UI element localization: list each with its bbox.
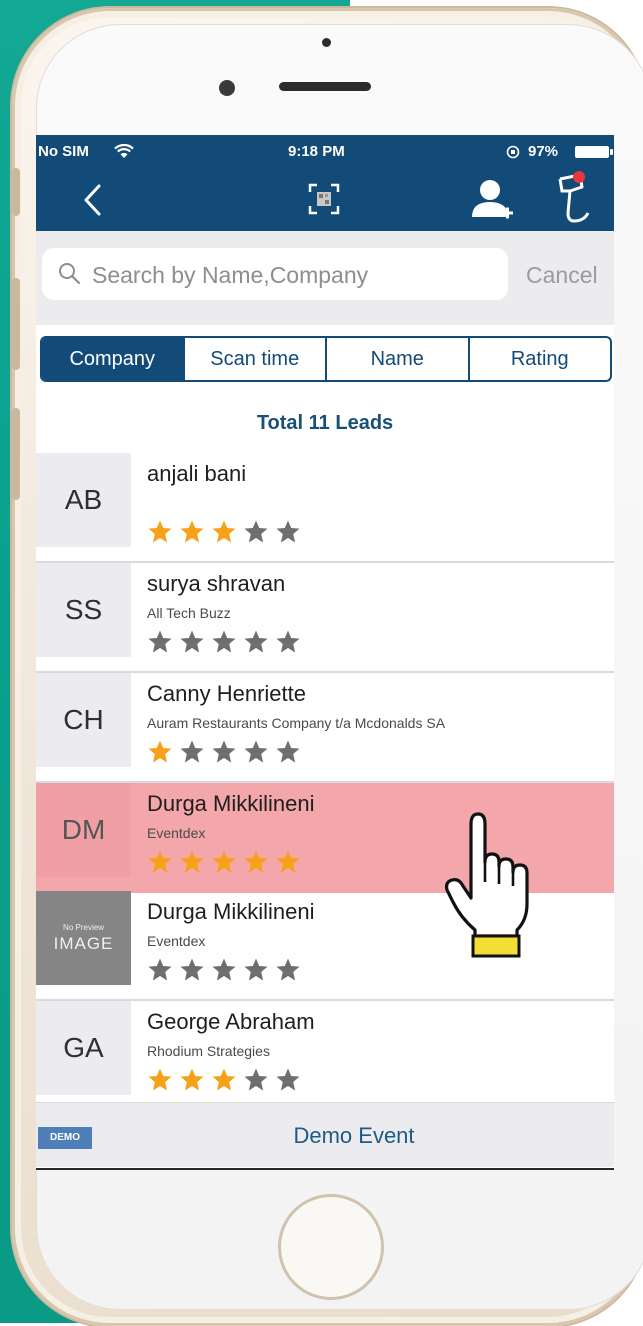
lead-row[interactable]: GA George Abraham Rhodium Strategies [36, 1001, 614, 1111]
star-empty-icon[interactable] [211, 739, 237, 765]
sort-segmented-control: Company Scan time Name Rating [40, 336, 612, 382]
star-filled-icon[interactable] [147, 1067, 173, 1093]
rating-stars[interactable] [147, 849, 301, 875]
footer-bar: DEMO Demo Event [36, 1102, 614, 1167]
image-placeholder-label: IMAGE [53, 933, 114, 953]
cancel-button[interactable]: Cancel [526, 262, 598, 289]
back-chevron-icon[interactable] [78, 183, 108, 217]
rating-stars[interactable] [147, 957, 301, 983]
star-empty-icon[interactable] [275, 629, 301, 655]
lead-name: George Abraham [147, 1009, 315, 1034]
star-filled-icon[interactable] [179, 849, 205, 875]
lead-row[interactable]: AB anjali bani [36, 453, 614, 563]
rating-stars[interactable] [147, 519, 301, 545]
star-empty-icon[interactable] [147, 957, 173, 983]
star-empty-icon[interactable] [275, 739, 301, 765]
star-filled-icon[interactable] [211, 519, 237, 545]
tab-rating[interactable]: Rating [470, 338, 611, 380]
star-empty-icon[interactable] [211, 629, 237, 655]
front-camera [219, 80, 235, 96]
star-empty-icon[interactable] [211, 957, 237, 983]
star-filled-icon[interactable] [147, 519, 173, 545]
lead-company: Auram Restaurants Company t/a Mcdonalds … [147, 715, 446, 731]
lead-name: Canny Henriette [147, 681, 306, 706]
star-filled-icon[interactable] [179, 1067, 205, 1093]
tab-name[interactable]: Name [327, 338, 470, 380]
avatar: GA [36, 1001, 131, 1095]
app-screen: No SIM 9:18 PM 97% Search by Name,Compan… [36, 135, 614, 1170]
lead-row[interactable]: No Preview IMAGE Durga Mikkilineni Eventdex [36, 891, 614, 1001]
no-preview-label: No Preview [63, 922, 104, 932]
rating-stars[interactable] [147, 1067, 301, 1093]
star-empty-icon[interactable] [147, 629, 173, 655]
battery-icon [575, 146, 613, 158]
add-user-icon[interactable] [470, 177, 514, 223]
home-button[interactable] [278, 1194, 384, 1300]
event-name[interactable]: Demo Event [36, 1123, 614, 1149]
star-empty-icon[interactable] [243, 1067, 269, 1093]
nav-bar [36, 169, 614, 231]
status-bar: No SIM 9:18 PM 97% [36, 135, 614, 169]
star-filled-icon[interactable] [147, 739, 173, 765]
lead-company: All Tech Buzz [147, 605, 231, 621]
avatar: DM [36, 783, 131, 877]
total-leads-label: Total 11 Leads [256, 412, 394, 434]
lead-name: Durga Mikkilineni [147, 791, 315, 816]
clock: 9:18 PM [288, 143, 345, 160]
lead-company: Eventdex [147, 933, 206, 949]
star-filled-icon[interactable] [211, 849, 237, 875]
avatar: SS [36, 563, 131, 657]
wifi-icon [114, 144, 134, 158]
lead-company: Rhodium Strategies [147, 1043, 270, 1059]
avatar: AB [36, 453, 131, 547]
barcode-scanner-icon[interactable] [546, 169, 596, 229]
lead-name: anjali bani [147, 461, 247, 486]
star-empty-icon[interactable] [243, 739, 269, 765]
volume-up-button [12, 278, 20, 370]
star-empty-icon[interactable] [179, 957, 205, 983]
search-bar: Search by Name,Company Cancel [36, 231, 614, 325]
lead-row[interactable]: SS surya shravan All Tech Buzz [36, 563, 614, 673]
tab-scan-time[interactable]: Scan time [185, 338, 327, 380]
orientation-lock-icon [506, 145, 520, 159]
proximity-sensor [322, 38, 331, 47]
carrier-label: No SIM [38, 143, 89, 160]
lead-name: surya shravan [147, 571, 286, 596]
tab-company[interactable]: Company [42, 338, 185, 380]
star-empty-icon[interactable] [243, 519, 269, 545]
avatar: CH [36, 673, 131, 767]
lead-row[interactable]: DM Durga Mikkilineni Eventdex [36, 783, 614, 893]
star-empty-icon[interactable] [275, 1067, 301, 1093]
star-filled-icon[interactable] [179, 519, 205, 545]
rating-stars[interactable] [147, 629, 301, 655]
volume-down-button [12, 408, 20, 500]
lead-name: Durga Mikkilineni [147, 899, 315, 924]
lead-row[interactable]: CH Canny Henriette Auram Restaurants Compa… [36, 673, 614, 783]
star-empty-icon[interactable] [179, 739, 205, 765]
star-empty-icon[interactable] [275, 519, 301, 545]
star-empty-icon[interactable] [243, 957, 269, 983]
star-filled-icon[interactable] [211, 1067, 237, 1093]
battery-percent: 97% [528, 143, 559, 160]
star-empty-icon[interactable] [275, 957, 301, 983]
earpiece-speaker [279, 82, 371, 91]
avatar: No Preview IMAGE [36, 891, 131, 985]
star-empty-icon[interactable] [243, 629, 269, 655]
star-empty-icon[interactable] [179, 629, 205, 655]
star-filled-icon[interactable] [243, 849, 269, 875]
mute-switch [12, 168, 20, 216]
search-icon [59, 263, 81, 285]
star-filled-icon[interactable] [275, 849, 301, 875]
search-input[interactable]: Search by Name,Company [42, 248, 508, 300]
qr-scan-icon[interactable] [304, 179, 344, 219]
rating-stars[interactable] [147, 739, 301, 765]
search-placeholder: Search by Name,Company [92, 262, 369, 288]
star-filled-icon[interactable] [147, 849, 173, 875]
lead-company: Eventdex [147, 825, 206, 841]
